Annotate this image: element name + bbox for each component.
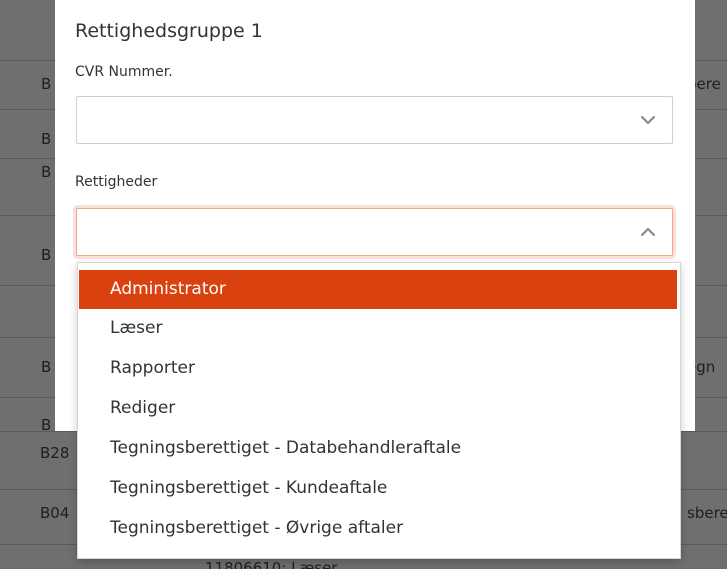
chevron-down-icon [640,115,656,125]
cvr-select[interactable] [76,96,673,144]
table-cell: B [41,246,52,264]
chevron-up-icon [640,227,656,237]
table-cell: sbere [687,504,727,522]
option-rediger[interactable]: Rediger [79,389,677,428]
table-cell: B04 [40,504,70,522]
table-cell: B28 [40,444,70,462]
modal-title: Rettighedsgruppe 1 [75,20,263,42]
option-administrator[interactable]: Administrator [79,270,677,309]
table-cell: B [41,130,52,148]
table-cell: 11806610: Læser [205,559,338,569]
option-rapporter[interactable]: Rapporter [79,349,677,388]
option-tegningsberettiget-oevrige-aftaler[interactable]: Tegningsberettiget - Øvrige aftaler [79,509,677,548]
rights-select[interactable] [76,208,673,256]
option-tegningsberettiget-databehandleraftale[interactable]: Tegningsberettiget - Databehandleraftale [79,429,677,468]
option-laeser[interactable]: Læser [79,309,677,348]
table-cell: B [41,163,52,181]
table-cell: B [41,75,52,93]
option-tegningsberettiget-kundeaftale[interactable]: Tegningsberettiget - Kundeaftale [79,469,677,508]
cvr-label: CVR Nummer. [75,64,173,80]
table-cell: B [41,358,52,376]
rights-dropdown-list: Administrator Læser Rapporter Rediger Te… [77,262,681,559]
rights-label: Rettigheder [75,174,158,190]
